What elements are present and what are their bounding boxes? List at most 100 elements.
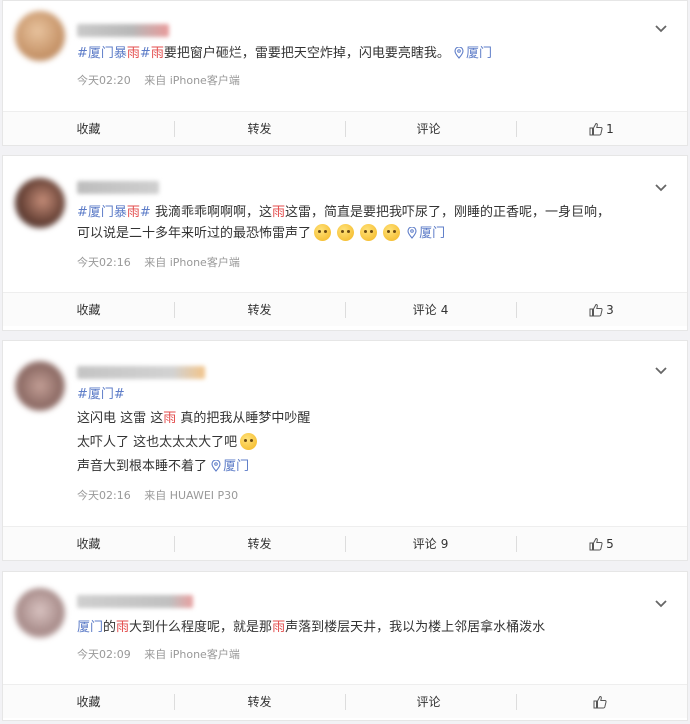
post-meta: 今天02:16 来自 iPhone客户端 xyxy=(77,254,240,270)
repost-button[interactable]: 转发 xyxy=(174,527,345,560)
avatar[interactable] xyxy=(15,588,65,638)
comment-button[interactable]: 评论 4 xyxy=(345,293,516,326)
thumbs-up-icon xyxy=(589,122,603,135)
comment-button[interactable]: 评论 9 xyxy=(345,527,516,560)
like-button[interactable]: 3 xyxy=(516,293,687,326)
thumbs-up-icon xyxy=(589,303,603,316)
comment-label: 评论 xyxy=(412,537,437,551)
chevron-down-icon[interactable] xyxy=(653,21,669,37)
emoji-icon xyxy=(240,433,258,450)
text-segment: 大到什么程度呢，就是那 xyxy=(129,620,273,635)
text-segment: 真的把我从睡梦中吵醒 xyxy=(176,411,311,426)
favorite-label: 收藏 xyxy=(76,537,101,551)
username-blurred[interactable] xyxy=(77,181,159,194)
post-text: #厦门暴雨#雨要把窗户砸烂，雷要把天空炸掉，闪电要亮瞎我。 厦门 xyxy=(77,43,657,64)
hashtag-link[interactable]: 厦门 xyxy=(77,620,103,635)
avatar[interactable] xyxy=(15,178,65,228)
favorite-button[interactable]: 收藏 xyxy=(3,685,174,718)
text-segment: 可以说是二十多年来听过的最恐怖雷声了 xyxy=(77,226,312,241)
avatar[interactable] xyxy=(15,361,65,411)
favorite-label: 收藏 xyxy=(76,122,101,136)
favorite-button[interactable]: 收藏 xyxy=(3,112,174,145)
location-text: 厦门 xyxy=(419,226,446,241)
like-button[interactable]: 5 xyxy=(516,527,687,560)
like-count: 5 xyxy=(606,536,614,551)
repost-label: 转发 xyxy=(247,303,272,317)
post-card: 厦门的雨大到什么程度呢，就是那雨声落到楼层天井，我以为楼上邻居拿水桶泼水 今天0… xyxy=(2,571,688,721)
username-blurred[interactable] xyxy=(77,595,193,608)
emoji-icon xyxy=(337,224,355,241)
comment-button[interactable]: 评论 xyxy=(345,685,516,718)
action-bar: 收藏 转发 评论 xyxy=(3,684,687,718)
like-button[interactable] xyxy=(516,685,687,718)
favorite-label: 收藏 xyxy=(76,695,101,709)
post-source: 来自 iPhone客户端 xyxy=(144,74,240,87)
text-segment: 的 xyxy=(103,620,117,635)
location-link[interactable]: 厦门 xyxy=(407,226,445,241)
repost-label: 转发 xyxy=(247,695,272,709)
emoji-icon xyxy=(314,224,332,241)
like-button[interactable]: 1 xyxy=(516,112,687,145)
comment-count: 4 xyxy=(440,302,449,317)
repost-button[interactable]: 转发 xyxy=(174,293,345,326)
repost-label: 转发 xyxy=(247,122,272,136)
keyword-highlight: 雨 xyxy=(116,620,130,635)
post-time[interactable]: 今天02:20 xyxy=(77,74,131,87)
hashtag-link[interactable]: #厦门# xyxy=(77,387,125,402)
keyword-highlight: 雨 xyxy=(163,411,177,426)
keyword-highlight: 雨 xyxy=(272,620,286,635)
repost-button[interactable]: 转发 xyxy=(174,112,345,145)
post-time[interactable]: 今天02:09 xyxy=(77,648,131,661)
text-segment: 要把窗户砸烂，雷要把天空炸掉，闪电要亮瞎我。 xyxy=(163,46,450,61)
comment-label: 评论 xyxy=(416,695,441,709)
username-blurred[interactable] xyxy=(77,24,169,37)
post-text: 厦门的雨大到什么程度呢，就是那雨声落到楼层天井，我以为楼上邻居拿水桶泼水 xyxy=(77,617,657,638)
text-segment: 声落到楼层天井，我以为楼上邻居拿水桶泼水 xyxy=(285,620,546,635)
comment-label: 评论 xyxy=(416,122,441,136)
post-source: 来自 iPhone客户端 xyxy=(144,648,240,661)
post-meta: 今天02:20 来自 iPhone客户端 xyxy=(77,72,240,88)
like-count: 3 xyxy=(606,302,614,317)
post-card: #厦门# 这闪电 这雷 这雨 真的把我从睡梦中吵醒 太吓人了 这也太太太大了吧 … xyxy=(2,340,688,561)
favorite-button[interactable]: 收藏 xyxy=(3,527,174,560)
repost-label: 转发 xyxy=(247,537,272,551)
emoji-icon xyxy=(360,224,378,241)
post-source: 来自 iPhone客户端 xyxy=(144,256,240,269)
location-text: 厦门 xyxy=(466,46,493,61)
location-text: 厦门 xyxy=(223,459,250,474)
post-card: #厦门暴雨#雨要把窗户砸烂，雷要把天空炸掉，闪电要亮瞎我。 厦门 今天02:20… xyxy=(2,0,688,146)
location-pin-icon xyxy=(407,226,417,239)
like-count: 1 xyxy=(606,121,614,136)
action-bar: 收藏 转发 评论 4 3 xyxy=(3,292,687,326)
thumbs-up-icon xyxy=(593,695,607,708)
avatar[interactable] xyxy=(15,11,65,61)
hashtag-link[interactable]: #厦门暴 xyxy=(77,205,127,220)
thumbs-up-icon xyxy=(589,537,603,550)
location-link[interactable]: 厦门 xyxy=(454,46,492,61)
location-pin-icon xyxy=(454,46,464,59)
comment-count: 9 xyxy=(440,536,449,551)
hashtag-link[interactable]: #厦门暴 xyxy=(77,46,127,61)
location-link[interactable]: 厦门 xyxy=(211,459,249,474)
favorite-label: 收藏 xyxy=(76,303,101,317)
repost-button[interactable]: 转发 xyxy=(174,685,345,718)
username-blurred[interactable] xyxy=(77,366,205,379)
post-text: #厦门# 这闪电 这雷 这雨 真的把我从睡梦中吵醒 太吓人了 这也太太太大了吧 … xyxy=(77,383,657,479)
favorite-button[interactable]: 收藏 xyxy=(3,293,174,326)
post-time[interactable]: 今天02:16 xyxy=(77,489,131,502)
text-segment: 声音大到根本睡不着了 xyxy=(77,459,208,474)
chevron-down-icon[interactable] xyxy=(653,363,669,379)
text-segment: 太吓人了 这也太太太大了吧 xyxy=(77,435,238,450)
comment-label: 评论 xyxy=(412,303,437,317)
comment-button[interactable]: 评论 xyxy=(345,112,516,145)
post-meta: 今天02:16 来自 HUAWEI P30 xyxy=(77,487,238,503)
text-segment: 我滴乖乖啊啊啊，这 xyxy=(150,205,272,220)
hashtag-link[interactable]: # xyxy=(140,205,151,220)
hashtag-link[interactable]: # xyxy=(140,46,151,61)
post-meta: 今天02:09 来自 iPhone客户端 xyxy=(77,646,240,662)
post-time[interactable]: 今天02:16 xyxy=(77,256,131,269)
post-text: #厦门暴雨# 我滴乖乖啊啊啊，这雨这雷，简直是要把我吓尿了，刚睡的正香呢，一身巨… xyxy=(77,202,657,244)
chevron-down-icon[interactable] xyxy=(653,180,669,196)
chevron-down-icon[interactable] xyxy=(653,596,669,612)
keyword-highlight: 雨 xyxy=(126,46,140,61)
